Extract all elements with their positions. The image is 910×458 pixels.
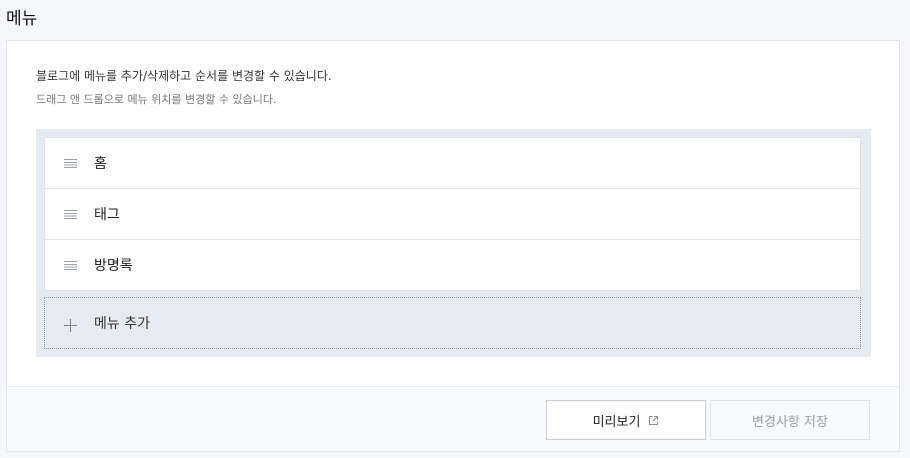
menu-item-tag[interactable]: 태그: [45, 189, 860, 240]
footer-bar: 미리보기 변경사항 저장: [7, 386, 899, 451]
save-changes-label: 변경사항 저장: [752, 414, 828, 430]
menu-item-label: 태그: [94, 207, 120, 223]
preview-button-label: 미리보기: [592, 414, 641, 430]
description-sub: 드래그 앤 드롭으로 메뉴 위치를 변경할 수 있습니다.: [36, 93, 277, 106]
preview-button[interactable]: 미리보기: [546, 400, 706, 440]
menu-list: 홈 태그 방명록: [44, 137, 861, 291]
menu-item-label: 방명록: [94, 258, 133, 274]
menu-area: 홈 태그 방명록 메뉴 추가: [36, 129, 871, 357]
plus-icon: [64, 317, 77, 332]
menu-item-home[interactable]: 홈: [45, 138, 860, 189]
menu-item-label: 홈: [94, 156, 107, 172]
add-menu-label: 메뉴 추가: [94, 316, 150, 332]
add-menu-button[interactable]: 메뉴 추가: [44, 297, 861, 349]
save-changes-button[interactable]: 변경사항 저장: [710, 400, 870, 440]
menu-item-guestbook[interactable]: 방명록: [45, 240, 860, 290]
menu-settings-panel: 블로그에 메뉴를 추가/삭제하고 순서를 변경할 수 있습니다. 드래그 앤 드…: [6, 40, 900, 452]
drag-handle-icon[interactable]: [64, 158, 77, 168]
page-title: 메뉴: [6, 9, 38, 29]
description-main: 블로그에 메뉴를 추가/삭제하고 순서를 변경할 수 있습니다.: [36, 69, 332, 83]
external-link-icon: [648, 415, 659, 426]
drag-handle-icon[interactable]: [64, 209, 77, 219]
drag-handle-icon[interactable]: [64, 260, 77, 270]
